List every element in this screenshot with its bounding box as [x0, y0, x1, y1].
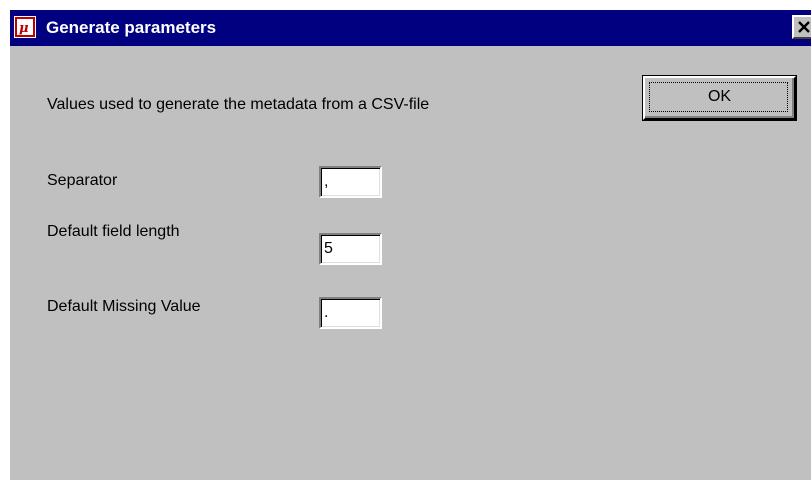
close-icon [798, 21, 810, 33]
description-text: Values used to generate the metadata fro… [47, 96, 430, 113]
separator-input[interactable]: , [319, 166, 382, 198]
mu-app-icon[interactable]: μ [14, 16, 36, 38]
missing-value-input[interactable]: . [319, 297, 382, 329]
ok-button-label: OK [707, 88, 732, 105]
field-length-input[interactable]: 5 [319, 233, 382, 265]
missing-value-label: Default Missing Value [47, 298, 201, 315]
window-title: Generate parameters [46, 18, 217, 37]
separator-label: Separator [47, 172, 118, 189]
field-length-label: Default field length [47, 223, 180, 240]
svg-text:μ: μ [19, 21, 29, 36]
ok-button[interactable]: OK [643, 76, 796, 120]
close-button[interactable] [792, 15, 811, 39]
title-bar[interactable]: μ Generate parameters [10, 10, 811, 46]
dialog-window: μ Generate parameters Values used to gen… [0, 0, 811, 480]
